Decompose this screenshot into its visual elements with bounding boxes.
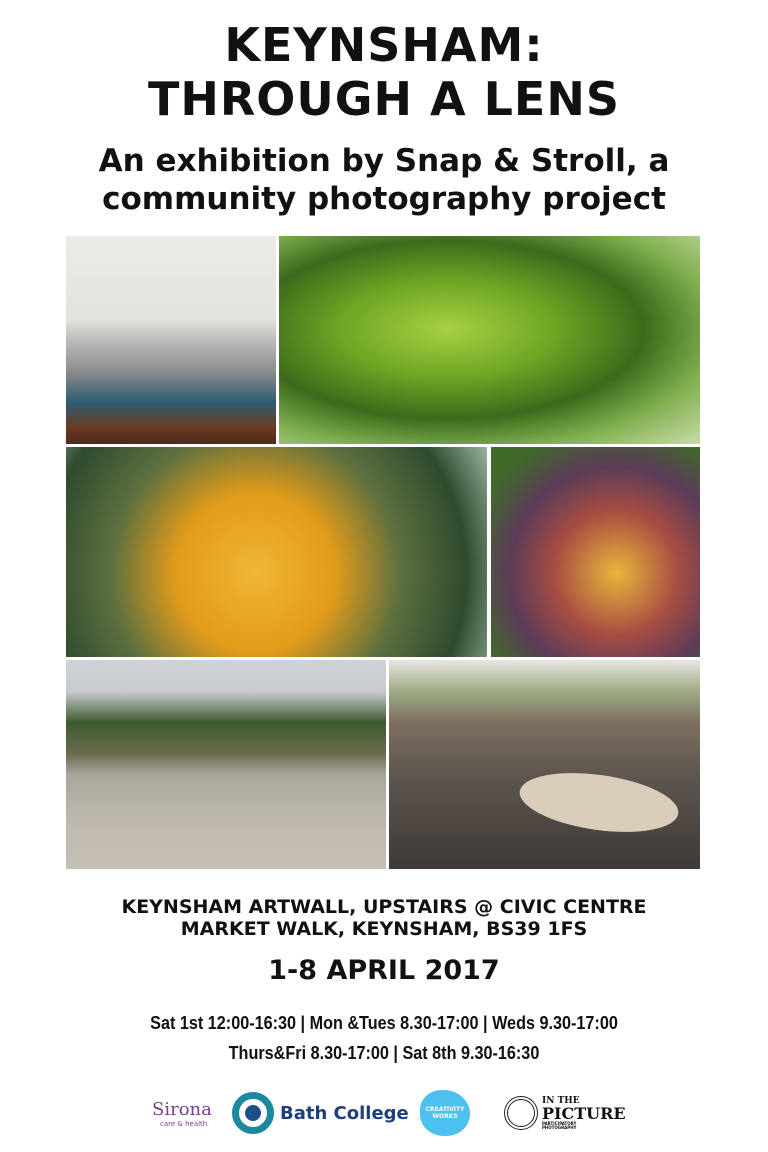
sirona-logo: Sirona care & health: [152, 1090, 212, 1136]
poster-title: KEYNSHAM: THROUGH A LENS: [0, 18, 768, 126]
itp-line: PARTICIPATORY PHOTOGRAPHY: [542, 1120, 577, 1130]
subtitle-line: An exhibition by Snap & Stroll, a: [98, 143, 670, 179]
in-the-picture-logo: IN THE PICTURE PARTICIPATORY PHOTOGRAPHY: [504, 1090, 626, 1136]
venue-address: KEYNSHAM ARTWALL, UPSTAIRS @ CIVIC CENTR…: [0, 896, 768, 940]
sirona-text: Sirona: [152, 1098, 212, 1120]
photo-skatepark: [66, 660, 386, 869]
subtitle-line: community photography project: [102, 181, 666, 217]
photo-book: [66, 236, 276, 444]
address-line: MARKET WALK, KEYNSHAM, BS39 1FS: [180, 918, 588, 940]
bath-college-text: Bath College: [280, 1102, 409, 1124]
opening-hours: Sat 1st 12:00-16:30 | Mon &Tues 8.30-17:…: [150, 1013, 618, 1033]
address-line: KEYNSHAM ARTWALL, UPSTAIRS @ CIVIC CENTR…: [121, 896, 647, 918]
title-line: THROUGH A LENS: [147, 72, 620, 126]
photo-moss: [279, 236, 700, 444]
title-line: KEYNSHAM:: [224, 18, 544, 72]
photo-berries: [66, 447, 487, 657]
photo-leaf-tarmac: [389, 660, 700, 869]
sirona-tag: care & health: [160, 1119, 208, 1128]
bath-college-icon: [232, 1092, 274, 1134]
exhibition-dates: 1-8 APRIL 2017: [268, 955, 500, 986]
itp-line: PICTURE: [542, 1103, 626, 1123]
opening-hours: Thurs&Fri 8.30-17:00 | Sat 8th 9.30-16:3…: [228, 1043, 540, 1063]
creativity-works-logo: CREATIVITY WORKS: [420, 1090, 470, 1136]
leaf-shape: [515, 764, 683, 841]
creativity-works-splash: CREATIVITY WORKS: [420, 1090, 470, 1136]
poster-subtitle: An exhibition by Snap & Stroll, a communi…: [0, 142, 768, 218]
lens-ring-icon: [504, 1096, 538, 1130]
photo-autumn-leaves: [491, 447, 700, 657]
bath-college-logo: Bath College: [232, 1090, 409, 1136]
